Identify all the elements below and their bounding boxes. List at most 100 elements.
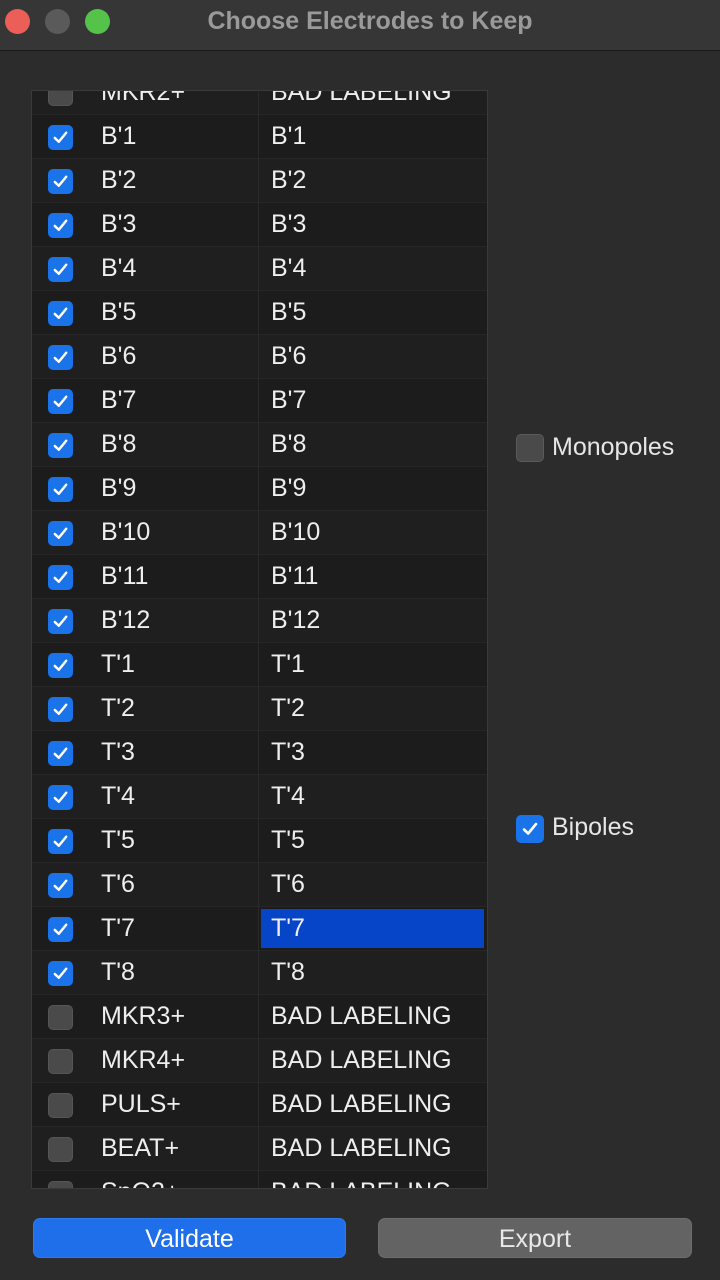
electrode-label[interactable]: T'7 (261, 909, 484, 948)
keep-checkbox[interactable] (48, 433, 73, 458)
table-row[interactable]: B'10 B'10 (32, 511, 487, 555)
keep-checkbox[interactable] (48, 741, 73, 766)
electrode-label[interactable]: B'8 (261, 423, 484, 466)
electrode-label[interactable]: T'1 (261, 643, 484, 686)
keep-checkbox[interactable] (48, 521, 73, 546)
bipoles-checkbox[interactable] (516, 815, 544, 843)
keep-checkbox[interactable] (48, 697, 73, 722)
electrode-table[interactable]: MKR2+ BAD LABELING B'1 B'1 B'2 B'2 B'3 B'3 B'4 B'… (31, 90, 488, 1189)
electrode-label[interactable]: B'10 (261, 511, 484, 554)
keep-checkbox[interactable] (48, 653, 73, 678)
column-divider (258, 91, 259, 1188)
table-row[interactable]: T'4 T'4 (32, 775, 487, 819)
table-row[interactable]: B'1 B'1 (32, 115, 487, 159)
keep-checkbox[interactable] (48, 873, 73, 898)
keep-checkbox[interactable] (48, 213, 73, 238)
keep-checkbox[interactable] (48, 169, 73, 194)
electrode-label[interactable]: BAD LABELING (261, 1039, 484, 1082)
table-row[interactable]: T'1 T'1 (32, 643, 487, 687)
electrode-label[interactable]: B'9 (261, 467, 484, 510)
electrode-label[interactable]: B'1 (261, 115, 484, 158)
electrode-name: B'3 (101, 210, 137, 238)
electrode-label[interactable]: B'6 (261, 335, 484, 378)
keep-checkbox[interactable] (48, 1137, 73, 1162)
electrode-label[interactable]: T'4 (261, 775, 484, 818)
table-row[interactable]: SpO2+ BAD LABELING (32, 1171, 487, 1188)
electrode-label[interactable]: T'3 (261, 731, 484, 774)
electrode-label[interactable]: B'2 (261, 159, 484, 202)
table-row[interactable]: B'8 B'8 (32, 423, 487, 467)
electrode-name: B'12 (101, 606, 151, 634)
table-row[interactable]: MKR2+ BAD LABELING (32, 91, 487, 115)
checkmark-icon (53, 263, 68, 276)
table-row[interactable]: MKR3+ BAD LABELING (32, 995, 487, 1039)
table-row[interactable]: B'7 B'7 (32, 379, 487, 423)
electrode-label[interactable]: T'2 (261, 687, 484, 730)
electrode-label[interactable]: BAD LABELING (261, 91, 484, 114)
table-row[interactable]: T'6 T'6 (32, 863, 487, 907)
electrode-label[interactable]: T'8 (261, 951, 484, 994)
electrode-label[interactable]: B'7 (261, 379, 484, 422)
table-row[interactable]: B'9 B'9 (32, 467, 487, 511)
monopoles-checkbox[interactable] (516, 434, 544, 462)
table-row[interactable]: T'2 T'2 (32, 687, 487, 731)
keep-checkbox[interactable] (48, 345, 73, 370)
table-row[interactable]: B'6 B'6 (32, 335, 487, 379)
keep-checkbox[interactable] (48, 1005, 73, 1030)
electrode-name: B'2 (101, 166, 137, 194)
electrode-label[interactable]: B'4 (261, 247, 484, 290)
table-row[interactable]: MKR4+ BAD LABELING (32, 1039, 487, 1083)
electrode-label[interactable]: BAD LABELING (261, 1083, 484, 1126)
electrode-label[interactable]: BAD LABELING (261, 1127, 484, 1170)
keep-checkbox[interactable] (48, 125, 73, 150)
keep-checkbox[interactable] (48, 1093, 73, 1118)
electrode-label[interactable]: B'5 (261, 291, 484, 334)
electrode-name: B'5 (101, 298, 137, 326)
electrode-name: B'1 (101, 122, 137, 150)
keep-checkbox[interactable] (48, 917, 73, 942)
export-button[interactable]: Export (378, 1218, 692, 1258)
keep-checkbox[interactable] (48, 609, 73, 634)
keep-checkbox[interactable] (48, 961, 73, 986)
keep-checkbox[interactable] (48, 565, 73, 590)
table-row[interactable]: B'12 B'12 (32, 599, 487, 643)
checkmark-icon (522, 822, 538, 835)
electrode-label[interactable]: B'3 (261, 203, 484, 246)
checkmark-icon (53, 395, 68, 408)
table-row[interactable]: B'4 B'4 (32, 247, 487, 291)
keep-checkbox[interactable] (48, 257, 73, 282)
checkmark-icon (53, 175, 68, 188)
table-row[interactable]: B'5 B'5 (32, 291, 487, 335)
electrode-name: B'9 (101, 474, 137, 502)
table-row[interactable]: B'3 B'3 (32, 203, 487, 247)
electrode-label[interactable]: BAD LABELING (261, 1171, 484, 1188)
keep-checkbox[interactable] (48, 1181, 73, 1188)
table-row[interactable]: B'11 B'11 (32, 555, 487, 599)
electrode-name: T'2 (101, 694, 135, 722)
keep-checkbox[interactable] (48, 785, 73, 810)
keep-checkbox[interactable] (48, 1049, 73, 1074)
electrode-label[interactable]: T'6 (261, 863, 484, 906)
electrode-label[interactable]: B'12 (261, 599, 484, 642)
table-row[interactable]: T'5 T'5 (32, 819, 487, 863)
table-row[interactable]: T'8 T'8 (32, 951, 487, 995)
keep-checkbox[interactable] (48, 477, 73, 502)
table-row[interactable]: T'3 T'3 (32, 731, 487, 775)
keep-checkbox[interactable] (48, 91, 73, 106)
validate-button[interactable]: Validate (33, 1218, 346, 1258)
table-row[interactable]: T'7 T'7 (32, 907, 487, 951)
keep-checkbox[interactable] (48, 301, 73, 326)
electrode-name: B'7 (101, 386, 137, 414)
checkmark-icon (53, 791, 68, 804)
electrode-label[interactable]: T'5 (261, 819, 484, 862)
table-row[interactable]: B'2 B'2 (32, 159, 487, 203)
checkmark-icon (53, 219, 68, 232)
keep-checkbox[interactable] (48, 389, 73, 414)
keep-checkbox[interactable] (48, 829, 73, 854)
electrode-name: B'10 (101, 518, 151, 546)
table-row[interactable]: BEAT+ BAD LABELING (32, 1127, 487, 1171)
checkmark-icon (53, 615, 68, 628)
electrode-label[interactable]: BAD LABELING (261, 995, 484, 1038)
electrode-label[interactable]: B'11 (261, 555, 484, 598)
table-row[interactable]: PULS+ BAD LABELING (32, 1083, 487, 1127)
